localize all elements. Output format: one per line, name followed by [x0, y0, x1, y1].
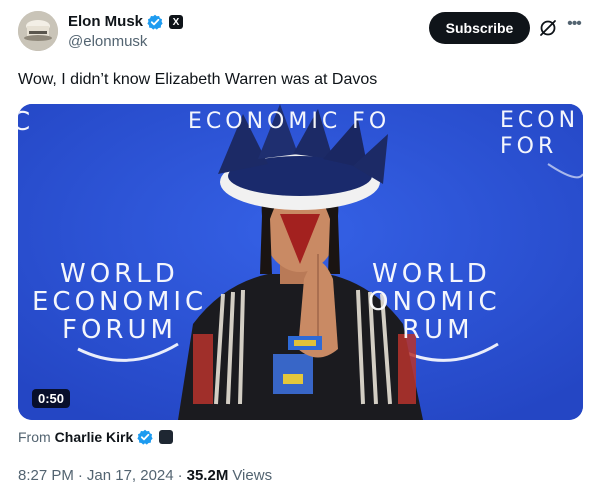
tweet-meta-row: 8:27 PM · Jan 17, 2024 · 35.2M Views: [18, 467, 272, 484]
backdrop-text-left-line: ECONOMIC: [32, 287, 208, 317]
backdrop-text-top-right: ECON FOR: [500, 108, 580, 159]
video-player[interactable]: C ECONOMIC FO ECON FOR WORLD ECONOMIC FO…: [18, 104, 583, 420]
backdrop-text-left-line: FORUM: [62, 315, 177, 345]
verified-badge-icon: [137, 429, 153, 445]
subscribe-button[interactable]: Subscribe: [429, 12, 530, 44]
author-avatar[interactable]: [18, 11, 58, 51]
from-label: From: [18, 429, 51, 445]
author-name-row: Elon Musk X: [68, 12, 184, 32]
source-affiliate-icon: [159, 430, 174, 444]
backdrop-text-right-line: RUM: [402, 315, 474, 345]
tweet-text: Wow, I didn’t know Elizabeth Warren was …: [18, 71, 378, 88]
author-display-name[interactable]: Elon Musk: [68, 12, 143, 32]
backdrop-text-right-block: WORLD ONOMIC RUM: [368, 260, 501, 344]
x-affiliate-icon: X: [169, 15, 184, 29]
views-label: Views: [232, 467, 273, 484]
grok-icon[interactable]: [538, 18, 558, 38]
tweet-time[interactable]: 8:27 PM: [18, 467, 74, 484]
backdrop-text-top-center: ECONOMIC FO: [188, 109, 391, 134]
views-count: 35.2M: [186, 467, 229, 484]
backdrop-text-left-block: WORLD ECONOMIC FORUM: [32, 260, 207, 344]
backdrop-text-left-edge: C: [18, 107, 35, 137]
backdrop-text-right-line: WORLD: [372, 259, 491, 289]
tweet-date[interactable]: Jan 17, 2024: [87, 467, 174, 484]
video-source-row: From Charlie Kirk: [18, 429, 174, 445]
meta-separator: ·: [177, 467, 183, 484]
backdrop-text-right-line: ONOMIC: [368, 287, 501, 317]
source-name-link[interactable]: Charlie Kirk: [55, 429, 134, 445]
author-handle[interactable]: @elonmusk: [68, 33, 147, 51]
more-options-icon[interactable]: •••: [564, 16, 584, 36]
meta-separator: ·: [77, 467, 83, 484]
video-duration-badge: 0:50: [32, 389, 71, 408]
tweet-card: Elon Musk X @elonmusk Subscribe ••• Wow,…: [0, 0, 600, 494]
backdrop-text-left-line: WORLD: [60, 259, 179, 289]
verified-badge-icon: [147, 14, 163, 30]
